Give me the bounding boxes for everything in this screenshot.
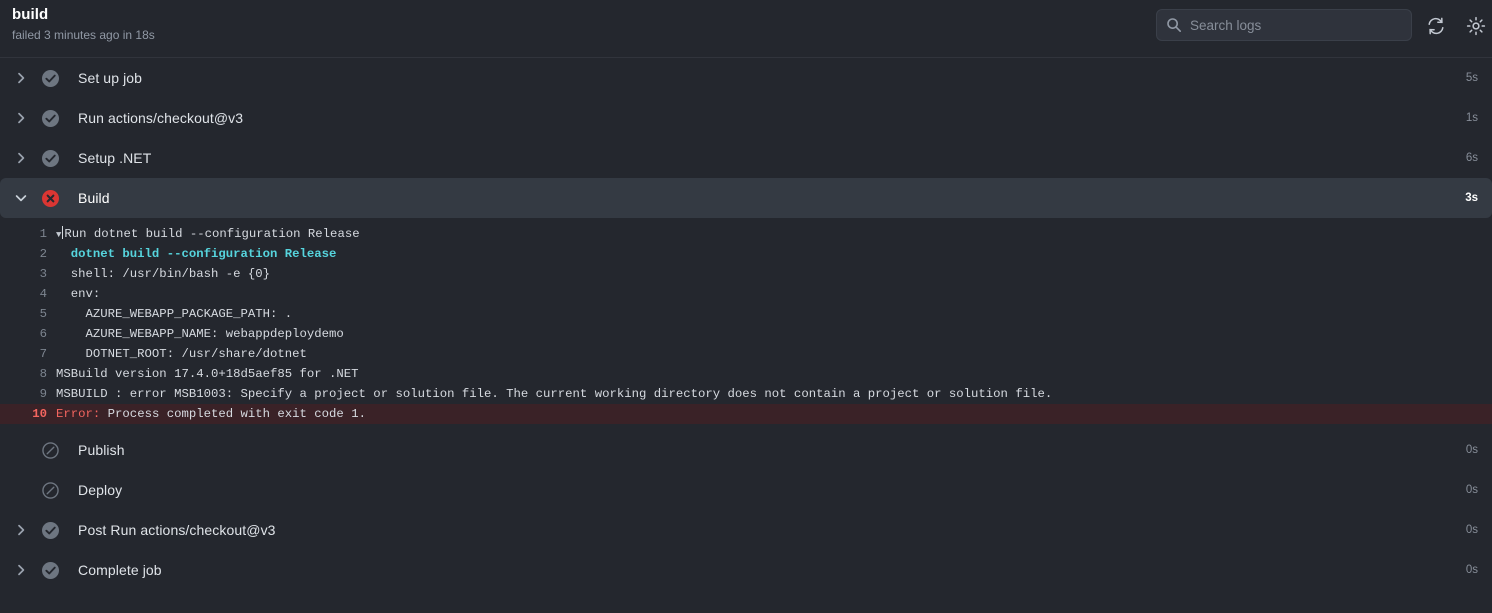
step-row[interactable]: Post Run actions/checkout@v3 0s: [0, 510, 1492, 550]
step-duration: 1s: [1465, 112, 1478, 124]
step-duration: 6s: [1465, 152, 1478, 164]
log-line-text: ▼ Run dotnet build --configuration Releas…: [56, 225, 360, 241]
log-line[interactable]: 3 shell: /usr/bin/bash -e {0}: [0, 264, 1492, 284]
step-duration: 0s: [1465, 564, 1478, 576]
log-header: build failed 3 minutes ago in 18s: [0, 0, 1492, 58]
log-line-text: Error: Process completed with exit code …: [56, 407, 366, 421]
chevron-right-icon[interactable]: [14, 71, 28, 85]
log-line-number: 2: [39, 247, 47, 261]
step-duration: 3s: [1465, 192, 1478, 204]
step-row[interactable]: Setup .NET 6s: [0, 138, 1492, 178]
step-row[interactable]: Complete job 0s: [0, 550, 1492, 590]
step-label: Set up job: [78, 70, 143, 86]
log-line-number: 7: [39, 347, 47, 361]
log-line-number: 8: [39, 367, 47, 381]
step-label: Setup .NET: [78, 150, 152, 166]
step-label: Publish: [78, 442, 125, 458]
step-duration: 5s: [1465, 72, 1478, 84]
step-duration: 0s: [1465, 444, 1478, 456]
log-output-panel: 1 ▼ Run dotnet build --configuration Rele…: [0, 218, 1492, 430]
step-label: Run actions/checkout@v3: [78, 110, 244, 126]
step-label: Deploy: [78, 482, 123, 498]
search-logs-box[interactable]: [1156, 9, 1412, 41]
log-line-text: dotnet build --configuration Release: [56, 247, 337, 261]
error-prefix: Error:: [56, 407, 101, 421]
page-title: build: [12, 6, 49, 23]
status-skipped-icon: [42, 441, 59, 459]
log-line-number: 6: [39, 327, 47, 341]
log-line[interactable]: 2 dotnet build --configuration Release: [0, 244, 1492, 264]
step-label: Post Run actions/checkout@v3: [78, 522, 276, 538]
steps-list: Set up job 5s Run actions/checkout@v3 1s…: [0, 58, 1492, 590]
search-icon: [1166, 17, 1182, 33]
log-line-number: 10: [32, 407, 47, 421]
log-line[interactable]: 8 MSBuild version 17.4.0+18d5aef85 for .…: [0, 364, 1492, 384]
log-line-text: MSBuild version 17.4.0+18d5aef85 for .NE…: [56, 367, 359, 381]
log-line-error[interactable]: 10 Error: Process completed with exit co…: [0, 404, 1492, 424]
step-row[interactable]: Deploy 0s: [0, 470, 1492, 510]
gear-icon[interactable]: [1465, 15, 1487, 37]
chevron-right-icon[interactable]: [14, 563, 28, 577]
chevron-right-icon[interactable]: [14, 151, 28, 165]
log-line-text: AZURE_WEBAPP_NAME: webappdeploydemo: [56, 327, 344, 341]
status-success-icon: [42, 109, 59, 127]
log-line-number: 9: [39, 387, 47, 401]
step-label: Build: [78, 190, 110, 206]
step-label: Complete job: [78, 562, 162, 578]
job-status-text: failed 3 minutes ago in 18s: [12, 28, 155, 42]
log-line-number: 5: [39, 307, 47, 321]
status-success-icon: [42, 521, 59, 539]
status-success-icon: [42, 149, 59, 167]
chevron-right-icon[interactable]: [14, 523, 28, 537]
step-row[interactable]: Set up job 5s: [0, 58, 1492, 98]
refresh-icon[interactable]: [1425, 15, 1447, 37]
log-line-number: 3: [39, 267, 47, 281]
log-line[interactable]: 9 MSBUILD : error MSB1003: Specify a pro…: [0, 384, 1492, 404]
log-line[interactable]: 6 AZURE_WEBAPP_NAME: webappdeploydemo: [0, 324, 1492, 344]
step-row-build[interactable]: Build 3s: [0, 178, 1492, 218]
status-skipped-icon: [42, 481, 59, 499]
log-line-number: 1: [39, 227, 47, 241]
log-line-number: 4: [39, 287, 47, 301]
step-row[interactable]: Run actions/checkout@v3 1s: [0, 98, 1492, 138]
log-line-text: DOTNET_ROOT: /usr/share/dotnet: [56, 347, 307, 361]
log-line-text: MSBUILD : error MSB1003: Specify a proje…: [56, 387, 1053, 401]
log-line-text: AZURE_WEBAPP_PACKAGE_PATH: .: [56, 307, 293, 321]
log-line[interactable]: 7 DOTNET_ROOT: /usr/share/dotnet: [0, 344, 1492, 364]
status-success-icon: [42, 69, 59, 87]
header-titles: build failed 3 minutes ago in 18s: [12, 5, 155, 43]
triangle-down-icon[interactable]: ▼: [56, 230, 61, 240]
log-line-text: env:: [56, 287, 101, 301]
chevron-right-icon[interactable]: [14, 111, 28, 125]
log-line[interactable]: 5 AZURE_WEBAPP_PACKAGE_PATH: .: [0, 304, 1492, 324]
step-duration: 0s: [1465, 484, 1478, 496]
step-duration: 0s: [1465, 524, 1478, 536]
search-input[interactable]: [1190, 17, 1402, 33]
chevron-down-icon[interactable]: [14, 191, 28, 205]
log-line[interactable]: 1 ▼ Run dotnet build --configuration Rele…: [0, 224, 1492, 244]
status-failure-icon: [42, 189, 59, 207]
log-line-text: shell: /usr/bin/bash -e {0}: [56, 267, 271, 281]
step-row[interactable]: Publish 0s: [0, 430, 1492, 470]
status-success-icon: [42, 561, 59, 579]
log-line[interactable]: 4 env:: [0, 284, 1492, 304]
